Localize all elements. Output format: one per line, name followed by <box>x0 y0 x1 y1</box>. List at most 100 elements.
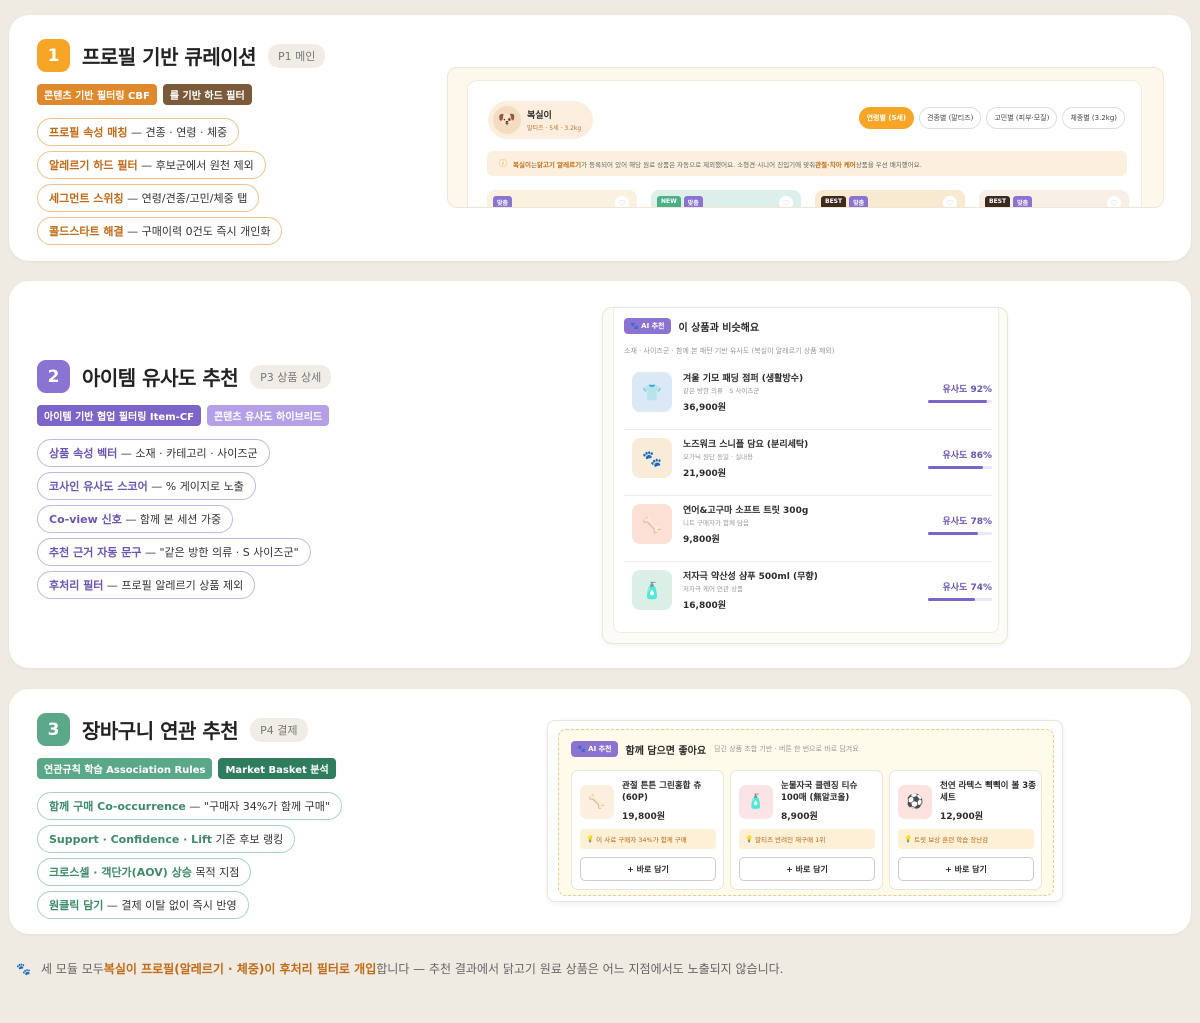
product-card[interactable]: NEW 맞춤 ♡ <box>651 190 801 207</box>
fit-badge: 맞춤 <box>849 196 869 207</box>
basket-item: 🧴 눈물자국 클렌징 티슈 100매 (無알코올) 8,900원 💡 말티즈 반… <box>730 770 883 890</box>
heart-icon[interactable]: ♡ <box>943 196 957 207</box>
ball-icon: ⚽ <box>898 785 932 819</box>
feature-pill: 코사인 유사도 스코어 — % 게이지로 노출 <box>37 472 256 500</box>
section-title: 프로필 기반 큐레이션 <box>82 45 257 69</box>
similarity-score: 유사도 78% <box>942 517 992 527</box>
ai-badge: 🐾 AI 추천 <box>571 741 618 757</box>
bulb-icon: 💡 <box>904 835 913 843</box>
bulb-icon: 💡 <box>745 835 754 843</box>
similarity-bar <box>928 598 992 601</box>
page-tag: P4 결제 <box>250 717 308 742</box>
product-card[interactable]: BEST 맞춤 ♡ <box>815 190 965 207</box>
page-tag: P3 상품 상세 <box>250 364 332 389</box>
section-item-similarity: 2 아이템 유사도 추천 P3 상품 상세 아이템 기반 협업 필터링 Item… <box>9 281 1191 668</box>
feature-pill: 추천 근거 자동 문구 — "같은 방한 의류 · S 사이즈군" <box>37 538 311 566</box>
similarity-score: 유사도 86% <box>942 451 992 461</box>
similarity-score: 유사도 74% <box>942 583 992 593</box>
feature-pill: 원클릭 담기 — 결제 이탈 없이 즉시 반영 <box>37 891 249 919</box>
paw-icon: 🐾 <box>16 961 31 976</box>
section-title: 아이템 유사도 추천 <box>82 366 239 390</box>
section-basket-association: 3 장바구니 연관 추천 P4 결제 연관규칙 학습 Association R… <box>9 689 1191 934</box>
tab-breed[interactable]: 견종별 (말티즈) <box>919 107 982 129</box>
feature-pill: 알레르기 하드 필터 — 후보군에서 원천 제외 <box>37 151 266 179</box>
section-title: 장바구니 연관 추천 <box>82 719 239 743</box>
together-subtitle: 담긴 상품 조합 기반 · 버튼 한 번으로 바로 담겨요 <box>714 745 859 753</box>
heart-icon[interactable]: ♡ <box>779 196 793 207</box>
ai-badge: 🐾 AI 추천 <box>624 318 671 334</box>
similarity-bar <box>928 400 992 403</box>
bottle-icon: 🧴 <box>632 570 672 610</box>
feature-pill: 후처리 필터 — 프로필 알레르기 상품 제외 <box>37 571 256 599</box>
paw-icon: 🐾 <box>577 745 586 753</box>
similarity-bar <box>928 466 992 469</box>
product-card[interactable]: 맞춤 ♡ <box>487 190 637 207</box>
best-badge: BEST <box>821 196 847 207</box>
pet-profile-chip[interactable]: 🐶 복실이 말티즈 · 5세 · 3.2kg <box>488 101 593 139</box>
pet-name: 복실이 <box>527 111 552 121</box>
method-chip: 콘텐츠 유사도 하이브리드 <box>206 405 330 426</box>
method-chip: Market Basket 분석 <box>218 758 336 779</box>
new-badge: NEW <box>657 196 681 207</box>
similarity-score: 유사도 92% <box>942 385 992 395</box>
add-to-cart-button[interactable]: + 바로 담기 <box>739 857 875 881</box>
feature-pill: Support · Confidence · Lift 기준 후보 랭킹 <box>37 825 296 853</box>
section-number: 3 <box>37 713 70 746</box>
feature-pill: 세그먼트 스위칭 — 연령/견종/고민/체중 탭 <box>37 184 260 212</box>
feature-pill: 크로스셀 · 객단가(AOV) 상승 목적 지점 <box>37 858 252 886</box>
footer-note: 🐾 세 모듈 모두 복실이 프로필(알레르기 · 체중)이 후처리 필터로 개입… <box>16 961 784 977</box>
tab-concern[interactable]: 고민별 (피부·모질) <box>986 107 1058 129</box>
method-chip: 콘텐츠 기반 필터링 CBF <box>37 84 157 105</box>
feature-pill: 콜드스타트 해결 — 구매이력 0건도 즉시 개인화 <box>37 217 283 245</box>
fit-badge: 맞춤 <box>683 196 703 207</box>
tab-weight[interactable]: 체중별 (3.2kg) <box>1062 107 1125 129</box>
bottle-icon: 🧴 <box>739 785 773 819</box>
add-to-cart-button[interactable]: + 바로 담기 <box>580 857 716 881</box>
dog-avatar-icon: 🐶 <box>493 106 521 134</box>
fit-badge: 맞춤 <box>1013 196 1033 207</box>
reason-tip: 💡 말티즈 반려인 재구매 1위 <box>739 829 875 849</box>
similar-item[interactable]: 🐾 노즈워크 스니플 담요 (분리세탁) 오가닉 원단 동일 · 실내용 21,… <box>624 430 992 496</box>
pet-info: 말티즈 · 5세 · 3.2kg <box>527 125 582 132</box>
product-detail-preview: 🐾 AI 추천 이 상품과 비슷해요 소재 · 사이즈군 · 함께 본 패턴 기… <box>602 307 1008 644</box>
fit-badge: 맞춤 <box>493 196 513 207</box>
shirt-icon: 👕 <box>632 372 672 412</box>
checkout-preview: 🐾 AI 추천 함께 담으면 좋아요 담긴 상품 조합 기반 · 버튼 한 번으… <box>547 720 1063 902</box>
paw-icon: 🐾 <box>632 438 672 478</box>
add-to-cart-button[interactable]: + 바로 담기 <box>898 857 1034 881</box>
section-profile-curation: 1 프로필 기반 큐레이션 P1 메인 콘텐츠 기반 필터링 CBF 룰 기반 … <box>9 15 1191 261</box>
best-badge: BEST <box>985 196 1011 207</box>
feature-pill: 상품 속성 벡터 — 소재 · 카테고리 · 사이즈군 <box>37 439 270 467</box>
reason-tip: 💡 이 사료 구매자 34%가 함께 구매 <box>580 829 716 849</box>
similarity-bar <box>928 532 992 535</box>
section-number: 2 <box>37 360 70 393</box>
heart-icon[interactable]: ♡ <box>615 196 629 207</box>
paw-icon: 🐾 <box>630 322 639 330</box>
segment-tabs: 연령별 (5세) 견종별 (말티즈) 고민별 (피부·모질) 체중별 (3.2k… <box>858 107 1125 129</box>
allergy-notice: ⓘ 복실이 는 닭고기 알레르기 가 등록되어 있어 해당 원료 상품은 자동으로 … <box>487 151 1127 176</box>
method-chip: 룰 기반 하드 필터 <box>162 84 252 105</box>
section-number: 1 <box>37 39 70 72</box>
together-title: 함께 담으면 좋아요 <box>625 745 707 757</box>
method-chip: 아이템 기반 협업 필터링 Item-CF <box>37 405 201 426</box>
basket-item: 🦴 관절 튼튼 그린홍합 츄 (60P) 19,800원 💡 이 사료 구매자 … <box>571 770 724 890</box>
bone-icon: 🦴 <box>580 785 614 819</box>
info-icon: ⓘ <box>499 159 507 168</box>
basket-item: ⚽ 천연 라텍스 삑삑이 볼 3종 세트 12,900원 💡 트릿 보상 훈련 … <box>889 770 1042 890</box>
similar-item[interactable]: 🧴 저자극 약산성 샴푸 500ml (무향) 저자극 케어 연관 상품 16,… <box>624 562 992 628</box>
page-tag: P1 메인 <box>268 43 326 68</box>
bone-icon: 🦴 <box>632 504 672 544</box>
similar-item[interactable]: 👕 겨울 기모 패딩 점퍼 (생활방수) 같은 방한 의류 · S 사이즈군 3… <box>624 364 992 430</box>
similar-subtitle: 소재 · 사이즈군 · 함께 본 패턴 기반 유사도 (복실이 알레르기 상품 … <box>624 347 835 355</box>
feature-pill: 프로필 속성 매칭 — 견종 · 연령 · 체중 <box>37 118 240 146</box>
tab-age[interactable]: 연령별 (5세) <box>858 107 915 129</box>
feature-pill: Co-view 신호 — 함께 본 세션 가중 <box>37 505 234 533</box>
bulb-icon: 💡 <box>586 835 595 843</box>
method-chip: 연관규칙 학습 Association Rules <box>37 758 213 779</box>
similar-title: 이 상품과 비슷해요 <box>678 322 760 334</box>
main-page-preview: 🐶 복실이 말티즈 · 5세 · 3.2kg 연령별 (5세) 견종별 (말티즈… <box>447 67 1164 208</box>
heart-icon[interactable]: ♡ <box>1107 196 1121 207</box>
product-card[interactable]: BEST 맞춤 ♡ <box>979 190 1129 207</box>
feature-pill: 함께 구매 Co-occurrence — "구매자 34%가 함께 구매" <box>37 792 342 820</box>
similar-item[interactable]: 🦴 연어&고구마 소프트 트릿 300g 니트 구매자가 함께 담음 9,800… <box>624 496 992 562</box>
